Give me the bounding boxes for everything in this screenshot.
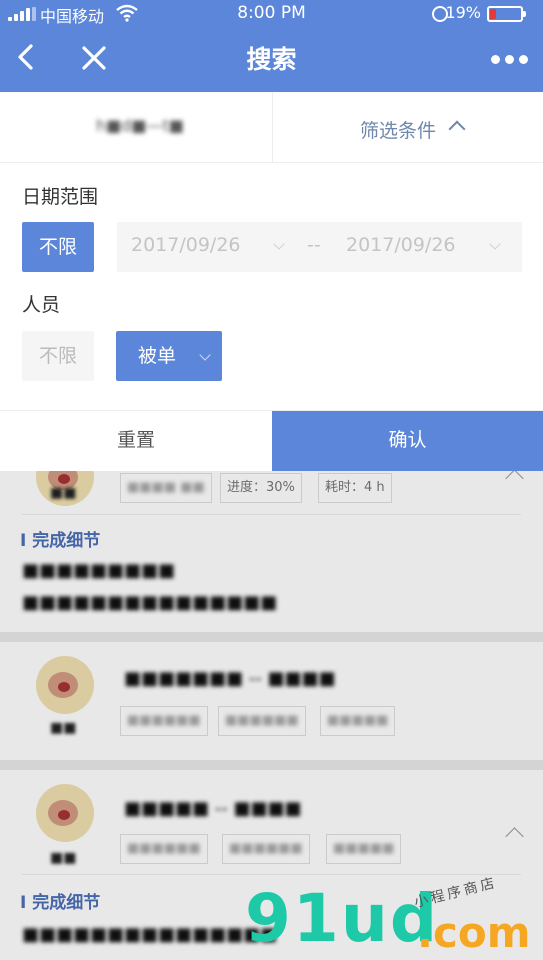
filter-conditions-label: 筛选条件 [360,120,437,142]
page-title: 搜索 [246,45,297,74]
status-bar: 中国移动 8:00 PM 19% [0,0,543,28]
date-from-field[interactable]: 2017/09/26 [131,234,241,256]
chevron-down-icon [199,349,211,361]
date-separator: -- [307,234,321,256]
person-selected-label: 被单 [138,345,177,367]
filter-actions: 重置 确认 [0,410,543,471]
chevron-down-icon [489,238,501,250]
app-header: 中国移动 8:00 PM 19% 搜索 [0,0,543,92]
confirm-button[interactable]: 确认 [272,411,543,471]
watermark-tld: .com [417,908,531,957]
search-tabbar: h■d■—t■ 筛选条件 [0,92,543,163]
search-query-text: h■d■—t■ [96,116,184,135]
chevron-up-icon [448,120,466,138]
battery-percent: 19% [445,3,481,22]
date-range-picker[interactable]: 2017/09/26 -- 2017/09/26 [117,222,522,272]
site-watermark: 91ud .com 小程序商店 [245,875,543,960]
more-options-icon[interactable] [491,50,529,68]
battery-icon [487,6,526,22]
chevron-down-icon [273,238,285,250]
date-to-field[interactable]: 2017/09/26 [346,234,456,256]
watermark-brand: 91ud [245,880,440,957]
date-range-label: 日期范围 [22,186,99,208]
reset-button[interactable]: 重置 [0,411,272,471]
filter-conditions-tab[interactable]: 筛选条件 [273,92,543,162]
search-query-tab[interactable]: h■d■—t■ [0,92,273,162]
filter-panel: h■d■—t■ 筛选条件 日期范围 不限 2017/09/26 -- 2017/… [0,92,543,471]
person-select-dropdown[interactable]: 被单 [116,331,222,381]
person-label: 人员 [22,294,61,316]
date-any-chip[interactable]: 不限 [22,222,94,272]
person-any-chip[interactable]: 不限 [22,331,94,381]
